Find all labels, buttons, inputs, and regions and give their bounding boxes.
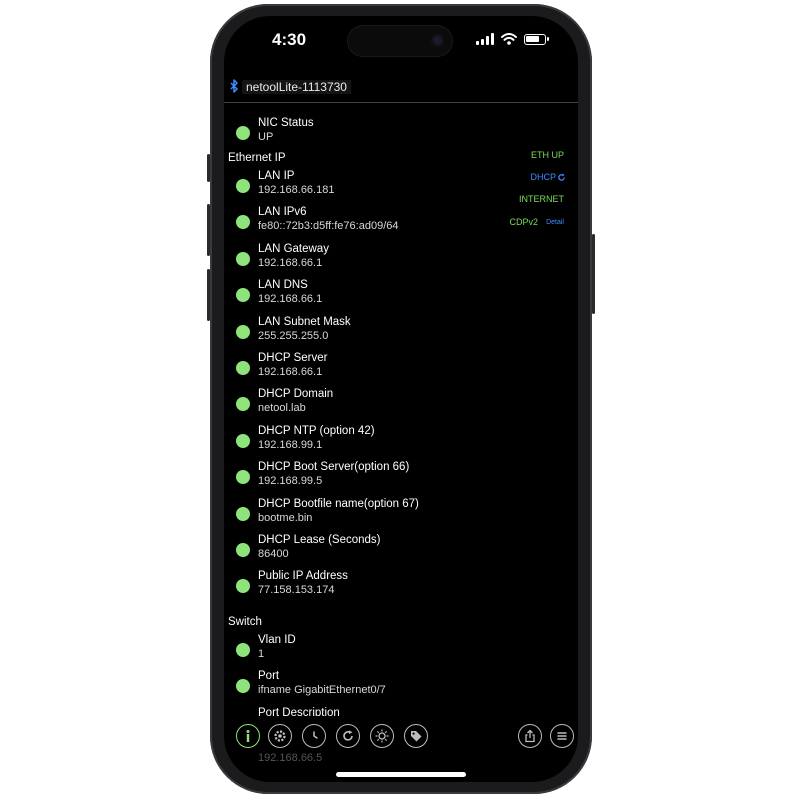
status-dot [236, 215, 250, 230]
side-button [207, 154, 210, 182]
clock-icon[interactable] [302, 724, 326, 748]
cdp-detail-link[interactable]: Detail [546, 219, 564, 226]
item-label: DHCP Bootfile name(option 67) [258, 497, 419, 510]
bottom-toolbar [224, 720, 578, 760]
status-dot [236, 643, 250, 657]
badge-eth-up: ETH UP [530, 150, 564, 160]
camera-icon [431, 34, 444, 47]
item-value: bootme.bin [258, 511, 313, 524]
signal-icon [476, 33, 494, 45]
info-item: DHCP Boot Server(option 66) 192.168.99.5 [236, 461, 536, 495]
status-dot [236, 324, 250, 339]
item-value: 192.168.99.1 [258, 438, 323, 451]
item-label: DHCP Server [258, 352, 328, 364]
battery-icon [524, 33, 549, 45]
item-value: ifname GigabitEthernet0/7 [258, 684, 386, 697]
info-item: DHCP Bootfile name(option 67) bootme.bin [236, 498, 536, 532]
phone-frame: 4:30 netoolLite-1113730 NIC Status UP Et… [207, 4, 595, 794]
info-item: Port ifname GigabitEthernet0/7 [236, 670, 536, 704]
status-dot [236, 433, 250, 448]
status-icons [476, 32, 549, 46]
device-name: netoolLite-1113730 [242, 80, 351, 94]
item-label: DHCP Lease (Seconds) [258, 534, 381, 546]
info-item: LAN IP 192.168.66.181 [236, 170, 536, 204]
item-value: fe80::72b3:d5ff:fe76:ad09/64 [258, 220, 399, 233]
info-item: LAN DNS 192.168.66.1 [236, 279, 536, 313]
item-value: 255.255.255.0 [258, 329, 329, 342]
status-dot [236, 288, 250, 303]
volume-down-button [207, 269, 210, 321]
item-label: DHCP NTP (option 42) [258, 424, 375, 437]
nic-status-item: NIC Status UP [236, 117, 536, 151]
badge-dhcp[interactable]: DHCP [530, 172, 556, 182]
volume-up-button [207, 204, 210, 256]
section-switch: Switch [228, 616, 262, 628]
item-value: 77.158.153.174 [258, 584, 335, 597]
item-value: UP [258, 131, 274, 143]
status-dot [236, 251, 250, 266]
wifi-icon [501, 33, 517, 45]
screen: 4:30 netoolLite-1113730 NIC Status UP Et… [224, 16, 578, 782]
status-dot [236, 126, 250, 140]
item-value: 192.168.66.1 [258, 293, 323, 306]
status-bar: 4:30 [224, 16, 578, 66]
power-button [592, 234, 595, 314]
info-item: DHCP Server 192.168.66.1 [236, 352, 536, 386]
status-dot [236, 361, 250, 375]
item-label: LAN IPv6 [258, 206, 307, 219]
badge-dhcp-label: DHCP [530, 172, 556, 182]
status-dot [236, 397, 250, 412]
section-ethernet-ip: Ethernet IP [228, 152, 286, 164]
info-item: DHCP Lease (Seconds) 86400 [236, 534, 536, 568]
home-indicator [336, 772, 466, 777]
share-icon[interactable] [518, 724, 542, 748]
item-value: 86400 [258, 548, 289, 560]
item-value: 192.168.66.1 [258, 256, 323, 269]
item-value: 192.168.66.1 [258, 366, 323, 378]
info-item: LAN IPv6 fe80::72b3:d5ff:fe76:ad09/64 [236, 206, 536, 240]
item-label: DHCP Boot Server(option 66) [258, 461, 410, 474]
sun-icon[interactable] [370, 724, 394, 748]
item-value: 192.168.99.5 [258, 475, 323, 488]
item-label: LAN IP [258, 170, 295, 182]
clock: 4:30 [272, 30, 307, 49]
info-item: Vlan ID 1 [236, 634, 536, 668]
device-bar[interactable]: netoolLite-1113730 [224, 74, 578, 103]
item-label: Port [258, 670, 280, 683]
status-dot [236, 470, 250, 485]
item-label: LAN Gateway [258, 242, 329, 255]
info-item: LAN Gateway 192.168.66.1 [236, 243, 536, 277]
badge-internet: INTERNET [519, 194, 564, 204]
info-item: Public IP Address 77.158.153.174 [236, 570, 536, 604]
bluetooth-icon [230, 79, 238, 93]
info-icon[interactable] [236, 724, 260, 748]
item-label: LAN Subnet Mask [258, 315, 351, 328]
status-dot [236, 579, 250, 594]
item-label: Public IP Address [258, 570, 348, 583]
item-value: netool.lab [258, 402, 306, 415]
dynamic-island [348, 26, 452, 56]
item-value: 192.168.66.181 [258, 184, 335, 196]
gear-icon[interactable] [268, 724, 292, 748]
refresh-icon[interactable] [336, 724, 360, 748]
results-list[interactable]: NIC Status UP Ethernet IP LAN IP 192.168.… [224, 110, 578, 716]
item-label: Port Description [258, 706, 340, 716]
item-label: LAN DNS [258, 279, 308, 292]
status-dot [236, 506, 250, 521]
item-label: DHCP Domain [258, 388, 334, 401]
info-item: Port Description [236, 707, 536, 716]
status-dot [236, 679, 250, 694]
list-icon[interactable] [550, 724, 574, 748]
item-label: NIC Status [258, 117, 314, 129]
badge-cdp: CDPv2 [509, 217, 538, 227]
info-item: DHCP Domain netool.lab [236, 388, 536, 422]
status-dot [236, 543, 250, 557]
tag-icon[interactable] [404, 724, 428, 748]
refresh-icon[interactable] [557, 173, 566, 182]
item-value: 1 [258, 648, 265, 660]
info-item: DHCP NTP (option 42) 192.168.99.1 [236, 425, 536, 459]
status-dot [236, 179, 250, 193]
info-item: LAN Subnet Mask 255.255.255.0 [236, 316, 536, 350]
item-label: Vlan ID [258, 634, 296, 646]
